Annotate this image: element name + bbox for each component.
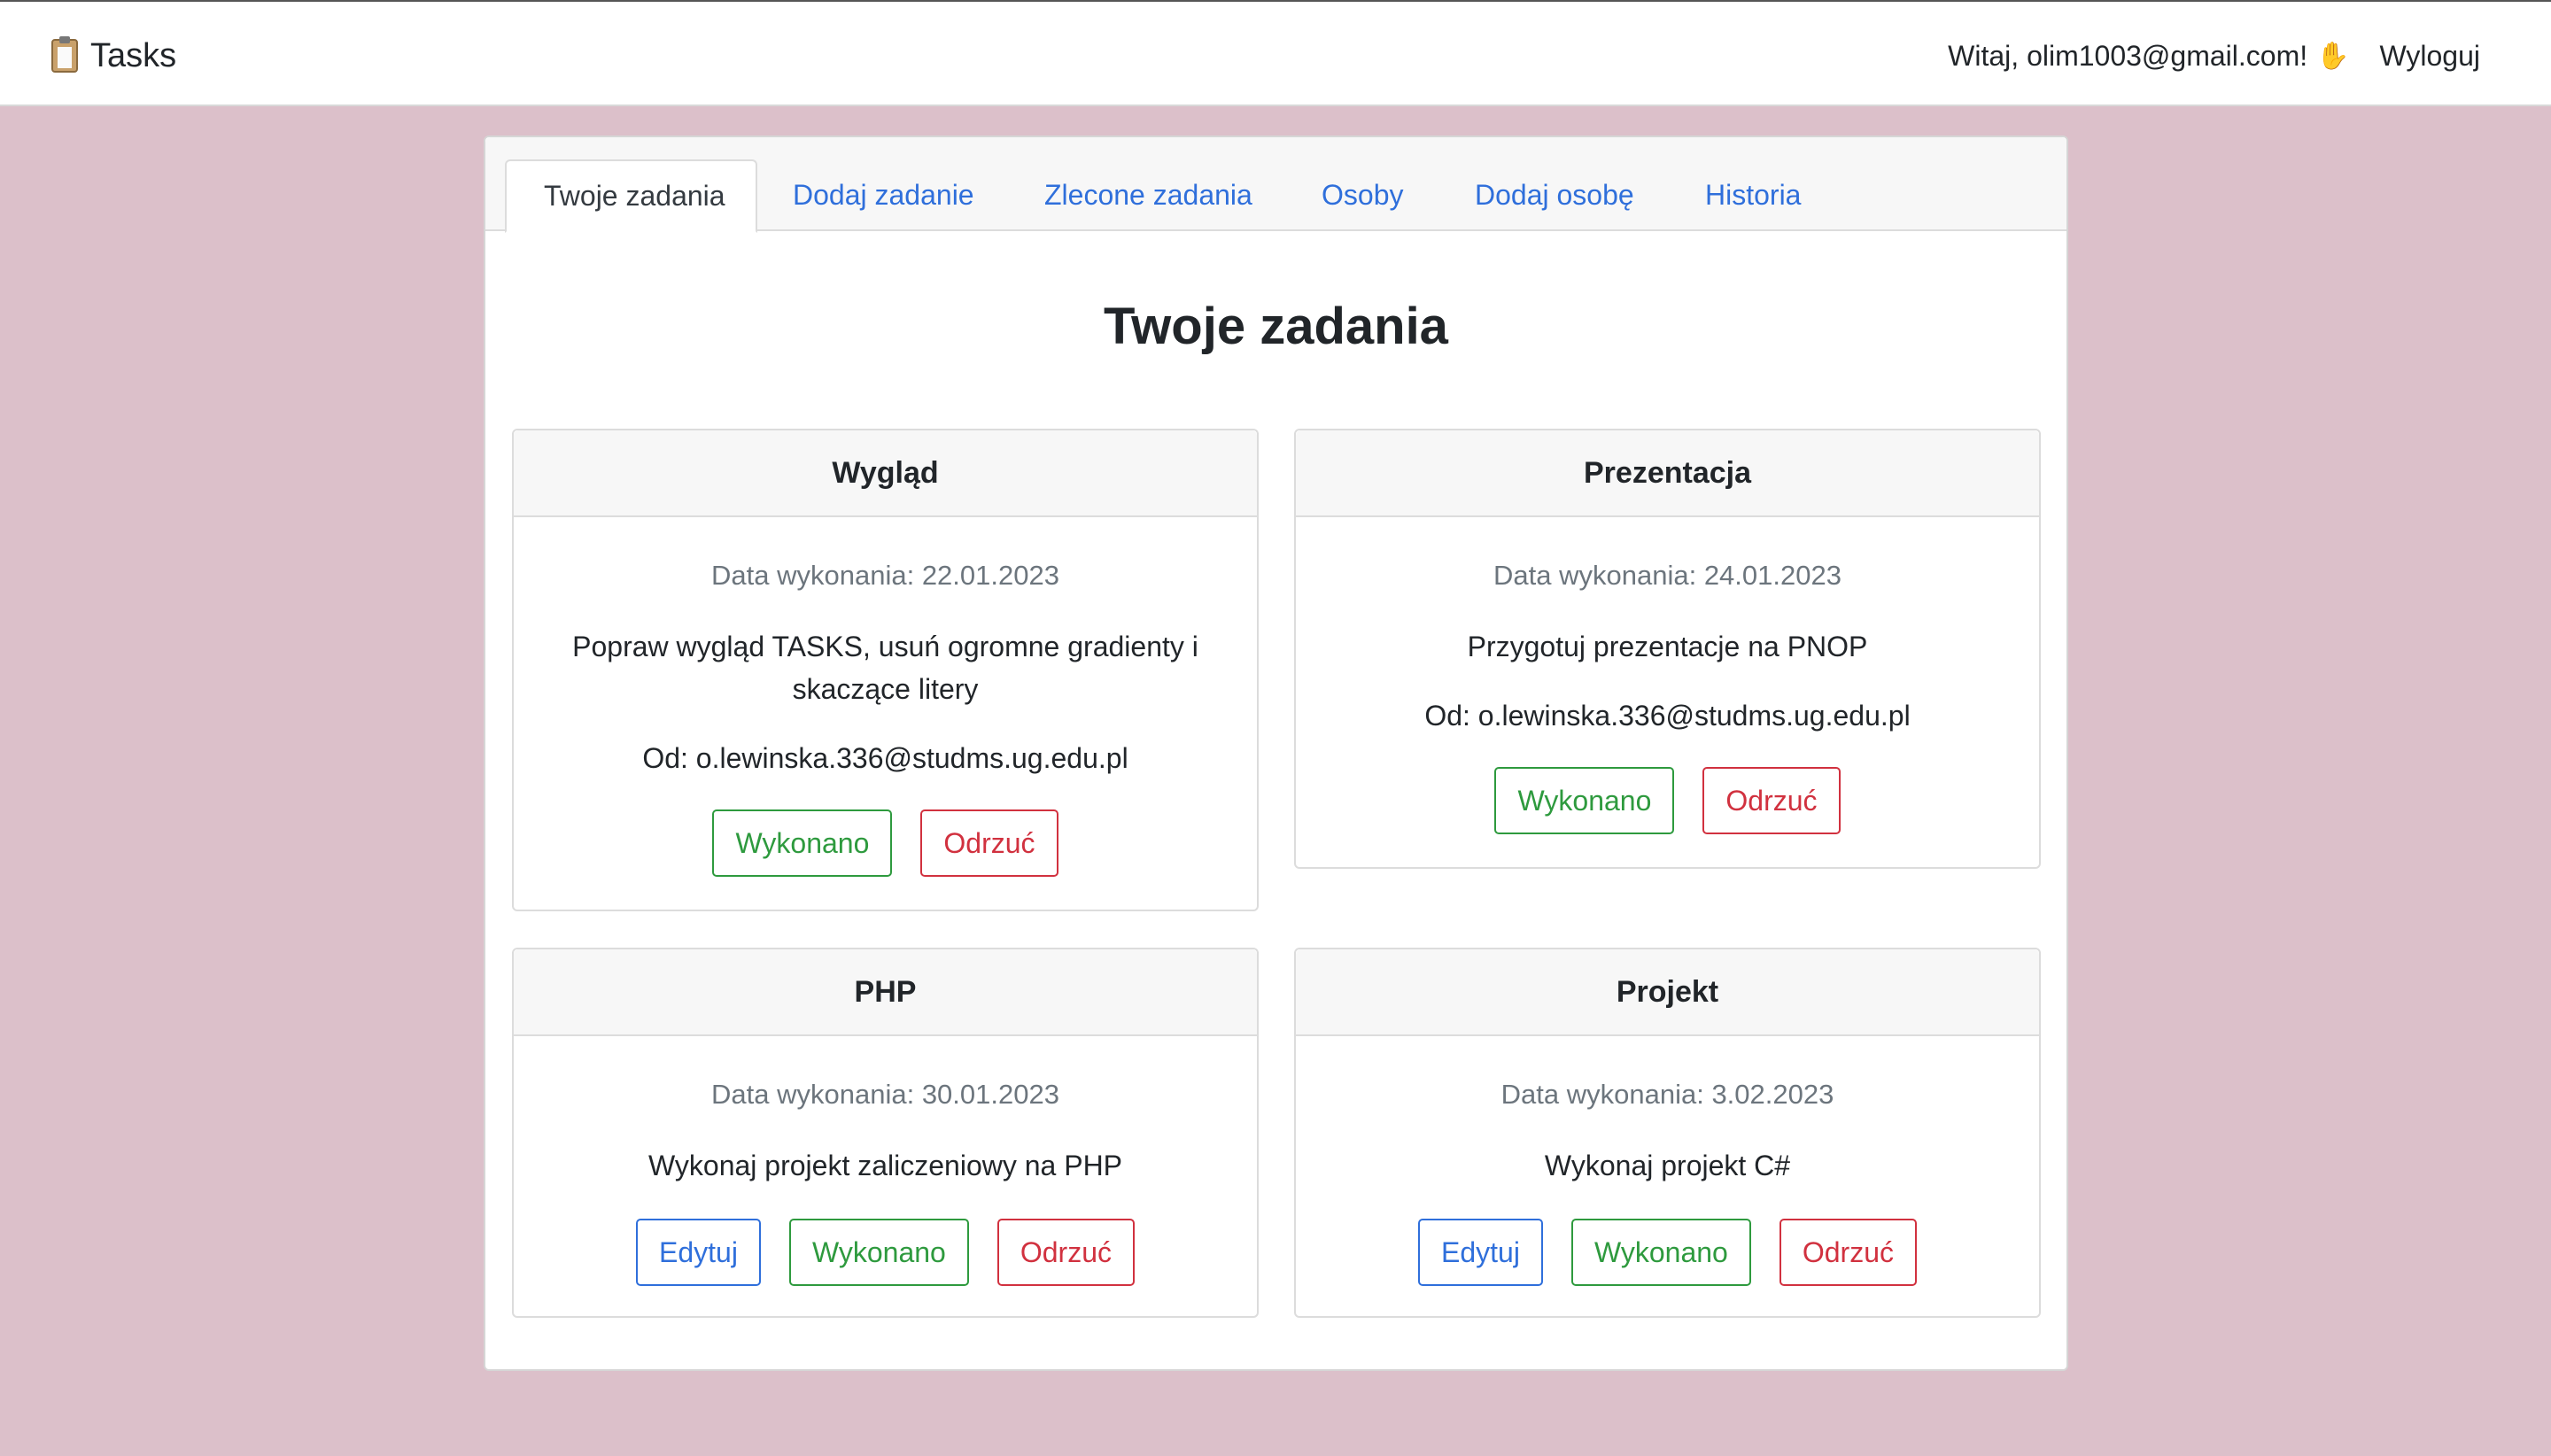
main-panel: Twoje zadania Dodaj zadanie Zlecone zada… [484,136,2068,1371]
task-actions: Wykonano Odrzuć [514,809,1257,877]
tab-historia[interactable]: Historia [1705,159,1801,231]
task-due-date: Data wykonania: 3.02.2023 [1500,1079,1834,1110]
reject-button[interactable]: Odrzuć [1702,767,1841,834]
navbar: Tasks Witaj, olim1003@gmail.com! ✋ Wylog… [0,0,2551,106]
tab-osoby[interactable]: Osoby [1322,159,1403,231]
brand-link[interactable]: Tasks [51,34,176,78]
task-actions: Edytuj Wykonano Odrzuć [514,1219,1257,1286]
logout-link[interactable]: Wyloguj [2379,40,2480,73]
task-due-date: Data wykonania: 30.01.2023 [711,1079,1059,1110]
task-title: PHP [514,949,1257,1036]
done-button[interactable]: Wykonano [1494,767,1675,834]
tab-bar: Twoje zadania Dodaj zadanie Zlecone zada… [485,137,2066,233]
task-description: Wykonaj projekt C# [1544,1150,1791,1181]
tab-twoje-zadania[interactable]: Twoje zadania [505,159,757,233]
task-actions: Edytuj Wykonano Odrzuć [1296,1219,2039,1286]
task-card: Wygląd Data wykonania: 22.01.2023 Popraw… [512,429,1259,911]
task-card: Prezentacja Data wykonania: 24.01.2023 P… [1294,429,2041,869]
reject-button[interactable]: Odrzuć [920,809,1058,877]
task-title: Projekt [1296,949,2039,1036]
edit-button[interactable]: Edytuj [636,1219,761,1286]
done-button[interactable]: Wykonano [788,1219,969,1286]
task-title: Prezentacja [1296,430,2039,517]
tab-zlecone-zadania[interactable]: Zlecone zadania [1044,159,1252,231]
task-actions: Wykonano Odrzuć [1296,767,2039,834]
task-from: Od: o.lewinska.336@studms.ug.edu.pl [1424,700,1911,732]
task-due-date: Data wykonania: 22.01.2023 [711,560,1059,591]
task-from: Od: o.lewinska.336@studms.ug.edu.pl [642,742,1128,774]
brand-label: Tasks [90,36,177,74]
task-body: Data wykonania: 30.01.2023 Wykonaj proje… [514,1036,1257,1286]
reject-button[interactable]: Odrzuć [1779,1219,1917,1286]
task-title: Wygląd [514,430,1257,517]
task-body: Data wykonania: 24.01.2023 Przygotuj pre… [1296,517,2039,834]
greeting-text: Witaj, olim1003@gmail.com! [1948,39,2308,72]
reject-button[interactable]: Odrzuć [996,1219,1135,1286]
task-card: PHP Data wykonania: 30.01.2023 Wykonaj p… [512,948,1259,1318]
done-button[interactable]: Wykonano [1570,1219,1751,1286]
tab-dodaj-zadanie[interactable]: Dodaj zadanie [793,159,974,231]
task-due-date: Data wykonania: 24.01.2023 [1493,560,1842,591]
tab-dodaj-osobe[interactable]: Dodaj osobę [1475,159,1634,231]
edit-button[interactable]: Edytuj [1418,1219,1543,1286]
done-button[interactable]: Wykonano [712,809,893,877]
task-description: Przygotuj prezentacje na PNOP [1467,631,1868,662]
task-body: Data wykonania: 3.02.2023 Wykonaj projek… [1296,1036,2039,1286]
clipboard-icon [51,36,78,73]
page-title: Twoje zadania [1104,298,1448,355]
task-body: Data wykonania: 22.01.2023 Popraw wygląd… [514,517,1257,877]
task-card: Projekt Data wykonania: 3.02.2023 Wykona… [1294,948,2041,1318]
task-description: Popraw wygląd TASKS, usuń ogromne gradie… [572,631,1198,705]
waving-hand-icon: ✋ [2316,40,2350,72]
task-description: Wykonaj projekt zaliczeniowy na PHP [647,1150,1123,1181]
user-area: Witaj, olim1003@gmail.com! ✋ Wyloguj [1948,34,2480,78]
